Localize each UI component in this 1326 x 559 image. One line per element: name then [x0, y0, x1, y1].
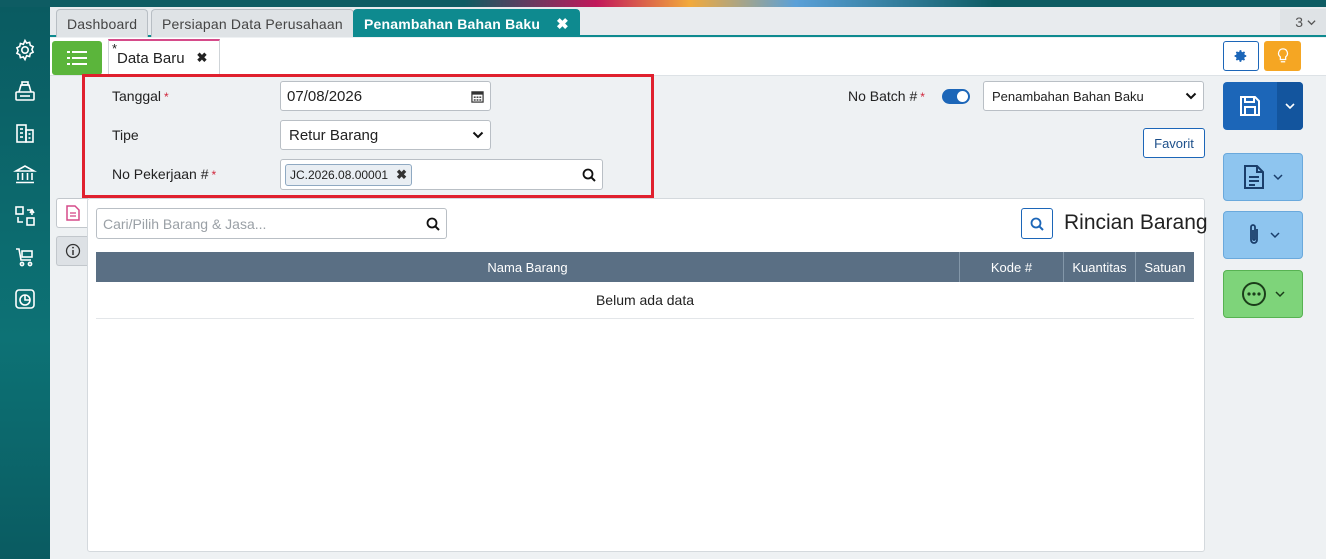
bank-icon[interactable]	[12, 161, 38, 187]
chevron-down-icon	[1285, 103, 1295, 110]
tab-bar: Dashboard Persiapan Data Perusahaan Pena…	[50, 7, 1326, 37]
tab-label: Persiapan Data Perusahaan	[162, 15, 343, 32]
item-search-input[interactable]	[103, 215, 426, 232]
chevron-down-icon	[1275, 291, 1285, 298]
column-header-nama-barang[interactable]: Nama Barang	[96, 252, 960, 282]
batch-type-select[interactable]: Penambahan Bahan Baku	[983, 81, 1204, 111]
transfer-icon[interactable]	[12, 203, 38, 229]
info-icon	[65, 243, 80, 259]
tab-persiapan-data-perusahaan[interactable]: Persiapan Data Perusahaan	[151, 9, 354, 37]
save-dropdown[interactable]	[1277, 82, 1303, 130]
chevron-down-icon	[1185, 92, 1197, 100]
info-tab[interactable]	[56, 236, 88, 266]
required-marker: *	[920, 90, 925, 104]
lightbulb-icon	[1277, 48, 1288, 63]
chevron-down-icon	[1273, 174, 1283, 181]
items-table-header: Nama Barang Kode # Kuantitas Satuan	[96, 252, 1194, 282]
document-icon	[1244, 165, 1264, 189]
chart-icon[interactable]	[12, 286, 38, 312]
no-batch-toggle[interactable]	[942, 89, 970, 104]
no-batch-label-text: No Batch #	[848, 88, 918, 104]
document-pink-icon	[65, 205, 80, 221]
cash-register-icon[interactable]	[12, 78, 38, 104]
save-button[interactable]	[1223, 82, 1303, 130]
gear-icon[interactable]	[12, 37, 38, 63]
attachment-menu-button[interactable]	[1223, 211, 1303, 259]
no-batch-label: No Batch # *	[848, 88, 925, 104]
more-dots-icon	[1242, 282, 1266, 306]
gear-icon	[1234, 50, 1247, 62]
sidebar	[0, 7, 50, 559]
column-header-kuantitas[interactable]: Kuantitas	[1064, 252, 1136, 282]
tab-count-value: 3	[1295, 14, 1303, 30]
column-header-satuan[interactable]: Satuan	[1136, 252, 1194, 282]
chevron-down-icon	[1270, 232, 1280, 239]
batch-type-value: Penambahan Bahan Baku	[992, 88, 1144, 104]
cart-icon[interactable]	[12, 244, 38, 270]
unsaved-marker: *	[112, 41, 118, 56]
tab-label: Dashboard	[67, 15, 138, 32]
document-tab-label: Data Baru	[117, 49, 185, 67]
items-section-title: Rincian Barang	[1064, 211, 1208, 234]
search-icon[interactable]	[426, 217, 440, 231]
settings-button[interactable]	[1223, 41, 1259, 71]
chevron-down-icon	[1307, 19, 1316, 25]
item-search-field[interactable]	[96, 208, 447, 239]
tab-penambahan-bahan-baku[interactable]: Penambahan Bahan Baku ✖	[353, 9, 580, 37]
list-icon	[67, 51, 87, 65]
building-icon[interactable]	[12, 120, 38, 146]
tab-count[interactable]: 3	[1280, 9, 1326, 35]
empty-table-message: Belum ada data	[96, 282, 1194, 319]
search-button[interactable]	[1021, 208, 1053, 239]
tab-label: Penambahan Bahan Baku	[364, 15, 541, 32]
detail-tab[interactable]	[56, 198, 88, 228]
close-icon[interactable]: ✖	[197, 50, 208, 66]
paperclip-icon	[1250, 224, 1258, 244]
highlight-annotation-box	[82, 74, 654, 198]
tab-dashboard[interactable]: Dashboard	[56, 9, 149, 37]
document-toolbar: * Data Baru ✖	[50, 38, 1326, 76]
document-menu-button[interactable]	[1223, 153, 1303, 201]
favorit-button[interactable]: Favorit	[1143, 128, 1205, 158]
save-main[interactable]	[1223, 82, 1277, 130]
tips-button[interactable]	[1264, 41, 1301, 71]
search-icon	[1030, 217, 1044, 231]
column-header-kode[interactable]: Kode #	[960, 252, 1064, 282]
list-menu-button[interactable]	[52, 41, 102, 75]
document-tab-data-baru[interactable]: * Data Baru ✖	[108, 39, 221, 75]
top-brand-strip	[0, 0, 1326, 7]
close-icon[interactable]: ✖	[556, 15, 569, 33]
more-actions-button[interactable]	[1223, 270, 1303, 318]
save-icon	[1240, 96, 1260, 116]
